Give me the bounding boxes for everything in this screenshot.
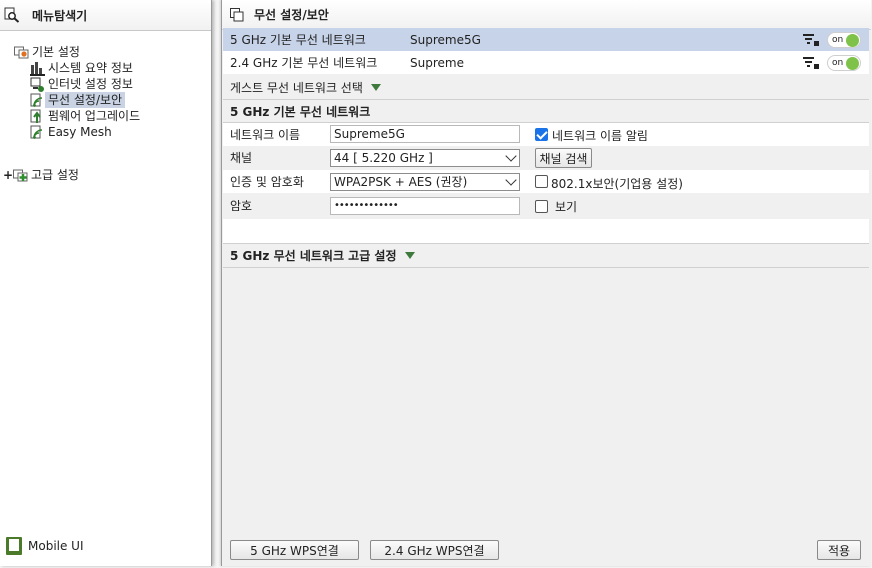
search-menu-icon bbox=[4, 7, 20, 23]
password-label: 암호 bbox=[230, 199, 253, 213]
tree-node-basic-settings[interactable]: 기본 설정 bbox=[14, 44, 83, 60]
tree-item-label: 인터넷 설정 정보 bbox=[48, 77, 133, 91]
channel-search-button[interactable]: 채널 검색 bbox=[535, 148, 592, 168]
tree-item-internet-info[interactable]: 인터넷 설정 정보 bbox=[30, 76, 136, 92]
panel-header: 무선 설정/보안 bbox=[222, 0, 871, 30]
toggle-knob bbox=[846, 34, 859, 47]
tree-item-firmware-upgrade[interactable]: 펌웨어 업그레이드 bbox=[30, 108, 143, 124]
tree-item-system-summary[interactable]: 시스템 요약 정보 bbox=[30, 60, 136, 76]
chevron-down-icon bbox=[505, 150, 517, 162]
page-title: 무선 설정/보안 bbox=[254, 8, 329, 22]
network-name: 2.4 GHz 기본 무선 네트워크 bbox=[230, 56, 378, 70]
menu-explorer-panel: 메뉴탐색기 기본 설정 시스템 요약 정보 인터넷 설정 정보 무선 설정/보안… bbox=[0, 0, 212, 566]
network-toggle-24ghz[interactable]: on bbox=[827, 55, 861, 71]
channel-label: 채널 bbox=[230, 151, 253, 165]
network-name: 5 GHz 기본 무선 네트워크 bbox=[230, 33, 366, 47]
network-name-label: 네트워크 이름 bbox=[230, 128, 301, 142]
show-password-checkbox[interactable] bbox=[535, 200, 548, 213]
toggle-label: on bbox=[832, 58, 844, 68]
tree-item-easy-mesh[interactable]: Easy Mesh bbox=[30, 124, 115, 140]
tree-label-basic: 기본 설정 bbox=[32, 45, 80, 59]
form-spacer bbox=[223, 219, 869, 243]
apply-button[interactable]: 적용 bbox=[817, 540, 861, 560]
tree-label-advanced: 고급 설정 bbox=[31, 168, 79, 182]
wireless-settings-panel: 무선 설정/보안 5 GHz 기본 무선 네트워크 Supreme5G on 2… bbox=[221, 0, 871, 566]
toggle-label: on bbox=[832, 35, 844, 45]
tree-node-advanced-settings[interactable]: + 고급 설정 bbox=[3, 167, 82, 183]
tree-item-label: 펌웨어 업그레이드 bbox=[48, 109, 141, 123]
form-row-password: 암호 ••••••••••••• 보기 bbox=[223, 194, 869, 217]
wps-24ghz-button[interactable]: 2.4 GHz WPS연결 bbox=[370, 540, 499, 560]
tree-item-wireless-security[interactable]: 무선 설정/보안 bbox=[30, 92, 126, 108]
show-password-label: 보기 bbox=[555, 200, 578, 214]
filter-lock-icon[interactable] bbox=[803, 34, 819, 46]
folder-add-icon bbox=[13, 168, 28, 183]
tree-item-label: 시스템 요약 정보 bbox=[48, 61, 133, 75]
password-input[interactable]: ••••••••••••• bbox=[330, 197, 520, 215]
network-form: 네트워크 이름 Supreme5G 네트워크 이름 알림 채널 44 [ 5.2… bbox=[223, 123, 869, 219]
mobile-ui-link[interactable]: Mobile UI bbox=[6, 537, 84, 555]
channel-select[interactable]: 44 [ 5.220 GHz ] bbox=[330, 149, 520, 167]
expand-plus-icon[interactable]: + bbox=[3, 168, 13, 182]
wireless-signal-icon bbox=[30, 93, 45, 108]
mobile-ui-label: Mobile UI bbox=[28, 539, 84, 553]
network-toggle-5ghz[interactable]: on bbox=[827, 32, 861, 48]
network-row-24ghz[interactable]: 2.4 GHz 기본 무선 네트워크 Supreme on bbox=[223, 51, 869, 74]
form-row-channel: 채널 44 [ 5.220 GHz ] 채널 검색 bbox=[223, 146, 869, 169]
mesh-signal-icon bbox=[30, 125, 45, 140]
form-row-auth: 인증 및 암호화 WPA2PSK + AES (권장) 802.1x보안(기업용… bbox=[223, 170, 869, 193]
copy-window-icon bbox=[230, 7, 244, 22]
guest-network-selector[interactable]: 게스트 무선 네트워크 선택 bbox=[230, 77, 381, 97]
folder-gear-icon bbox=[14, 45, 29, 60]
network-ssid: Supreme5G bbox=[410, 32, 481, 47]
broadcast-ssid-checkbox[interactable] bbox=[535, 128, 548, 141]
channel-select-value: 44 [ 5.220 GHz ] bbox=[334, 151, 433, 165]
network-ssid: Supreme bbox=[410, 55, 464, 70]
computer-icon bbox=[30, 77, 45, 92]
toggle-knob bbox=[846, 57, 859, 70]
upgrade-arrow-icon bbox=[30, 109, 45, 124]
section-title-5ghz: 5 GHz 기본 무선 네트워크 bbox=[223, 99, 869, 123]
chart-bars-icon bbox=[30, 61, 45, 76]
mobile-phone-icon bbox=[6, 537, 22, 555]
network-name-input[interactable]: Supreme5G bbox=[330, 125, 520, 143]
wps-5ghz-button[interactable]: 5 GHz WPS연결 bbox=[230, 540, 359, 560]
network-row-5ghz[interactable]: 5 GHz 기본 무선 네트워크 Supreme5G on bbox=[223, 28, 869, 51]
advanced-settings-title: 5 GHz 무선 네트워크 고급 설정 bbox=[230, 248, 397, 263]
expand-triangle-icon[interactable] bbox=[370, 83, 381, 91]
enterprise-8021x-label: 802.1x보안(기업용 설정) bbox=[551, 177, 683, 191]
auth-select-value: WPA2PSK + AES (권장) bbox=[334, 175, 468, 189]
form-row-network-name: 네트워크 이름 Supreme5G 네트워크 이름 알림 bbox=[223, 123, 869, 146]
filter-lock-icon[interactable] bbox=[803, 57, 819, 69]
enterprise-8021x-checkbox[interactable] bbox=[535, 175, 548, 188]
footer-toolbar: 5 GHz WPS연결 2.4 GHz WPS연결 적용 bbox=[222, 537, 870, 565]
tree-item-label: Easy Mesh bbox=[48, 125, 112, 139]
app-window: 메뉴탐색기 기본 설정 시스템 요약 정보 인터넷 설정 정보 무선 설정/보안… bbox=[0, 0, 872, 568]
menu-explorer-header: 메뉴탐색기 bbox=[0, 0, 211, 31]
auth-label: 인증 및 암호화 bbox=[230, 175, 304, 189]
guest-network-label: 게스트 무선 네트워크 선택 bbox=[230, 80, 363, 95]
chevron-down-icon bbox=[505, 174, 517, 186]
tree-item-label: 무선 설정/보안 bbox=[45, 92, 126, 108]
broadcast-ssid-label: 네트워크 이름 알림 bbox=[552, 129, 648, 143]
auth-select[interactable]: WPA2PSK + AES (권장) bbox=[330, 173, 520, 191]
menu-explorer-title: 메뉴탐색기 bbox=[32, 8, 88, 23]
expand-triangle-icon[interactable] bbox=[404, 251, 415, 259]
advanced-settings-toggle[interactable]: 5 GHz 무선 네트워크 고급 설정 bbox=[230, 243, 415, 267]
